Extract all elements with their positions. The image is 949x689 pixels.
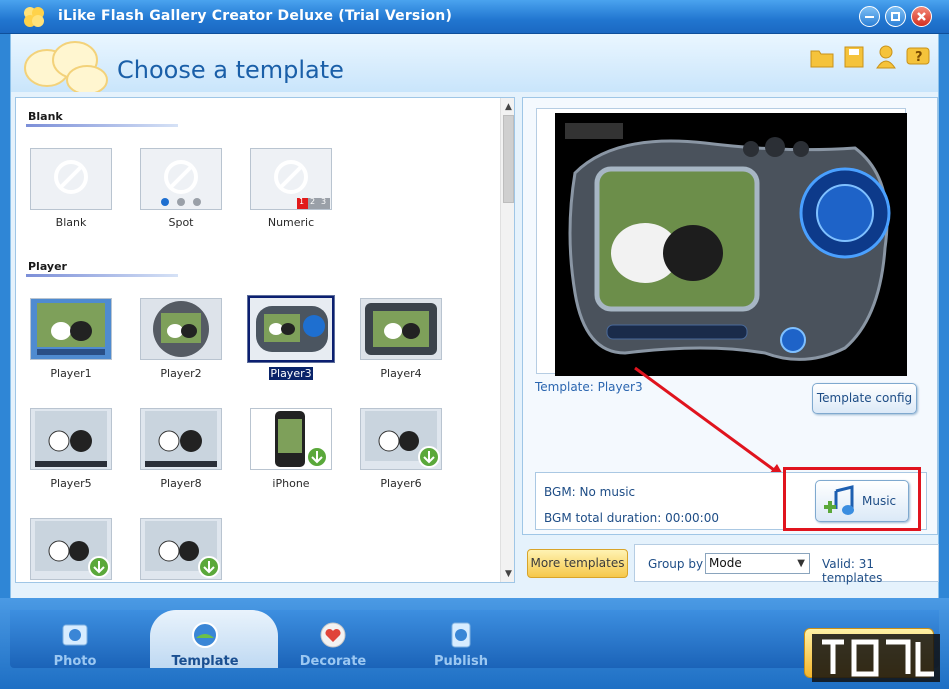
numeric-digit: 2: [310, 197, 316, 206]
help-icon[interactable]: ?: [905, 44, 931, 70]
template-thumb-spot[interactable]: [140, 148, 222, 210]
download-badge-icon: [35, 521, 110, 578]
template-thumb[interactable]: [30, 518, 112, 580]
download-badge-icon: [365, 411, 440, 468]
template-label: Blank: [55, 216, 87, 229]
template-thumb-blank[interactable]: [30, 148, 112, 210]
valid-templates-count: Valid: 31 templates: [822, 557, 883, 585]
folder-icon[interactable]: [809, 44, 835, 70]
group-by-bar: Group by Mode ▼ Valid: 31 templates: [634, 544, 939, 585]
template-thumb-player1[interactable]: [30, 298, 112, 360]
section-title-blank: Blank: [28, 110, 63, 123]
dogs-photo-icon: [145, 411, 217, 467]
player-skin-icon: [365, 303, 437, 355]
chevron-down-icon: ▼: [797, 558, 805, 569]
bgm-duration: BGM total duration: 00:00:00: [544, 511, 719, 525]
minimize-button[interactable]: [859, 6, 880, 27]
tab-label: Publish: [434, 654, 488, 669]
music-button[interactable]: Music: [815, 480, 909, 522]
template-list: Blank Blank Spot 1 2 3 Numeric Player Pl…: [15, 97, 515, 583]
template-label: Player1: [50, 367, 92, 380]
template-thumb-player4[interactable]: [360, 298, 442, 360]
scroll-up-icon[interactable]: ▲: [502, 100, 514, 114]
group-by-label: Group by: [648, 557, 704, 571]
clover-logo-icon: [24, 41, 108, 94]
more-templates-button[interactable]: More templates: [527, 549, 628, 578]
template-thumb-player6[interactable]: [360, 408, 442, 470]
maximize-button[interactable]: [885, 6, 906, 27]
template-label: Player4: [380, 367, 422, 380]
watermark-logo-icon: [812, 634, 940, 682]
svg-text:?: ?: [915, 50, 923, 65]
tab-decorate[interactable]: Decorate: [288, 618, 378, 669]
publish-icon: [451, 622, 471, 648]
tab-publish[interactable]: Publish: [416, 618, 506, 669]
template-icon: [192, 622, 218, 648]
close-button[interactable]: [911, 6, 932, 27]
player-skin-icon: [256, 306, 328, 352]
template-thumb-numeric[interactable]: 1 2 3: [250, 148, 332, 210]
scroll-down-icon[interactable]: ▼: [502, 567, 514, 581]
template-thumb-player3[interactable]: [247, 295, 335, 363]
template-thumb[interactable]: [140, 518, 222, 580]
title-bar: iLike Flash Gallery Creator Deluxe (Tria…: [0, 0, 949, 34]
tab-label: Photo: [53, 654, 97, 669]
scroll-thumb[interactable]: [503, 115, 514, 203]
bgm-status: BGM: No music: [544, 485, 636, 499]
group-by-value: Mode: [709, 556, 742, 570]
bottom-bar: Photo Template Decorate Publish: [0, 598, 949, 689]
template-label: Spot: [168, 216, 194, 229]
add-music-icon: [824, 485, 854, 515]
empty-icon: [274, 160, 330, 209]
empty-icon: [54, 160, 88, 194]
template-thumb-player2[interactable]: [140, 298, 222, 360]
download-badge-icon: [145, 521, 220, 578]
main-area: Blank Blank Spot 1 2 3 Numeric Player Pl…: [10, 92, 939, 598]
template-label: Player2: [160, 367, 202, 380]
decorate-icon: [320, 622, 346, 648]
close-icon: [917, 12, 926, 21]
template-label: Player8: [160, 477, 202, 490]
app-logo-icon: [24, 7, 44, 27]
dogs-photo-icon: [35, 411, 107, 467]
template-label: iPhone: [272, 477, 310, 490]
group-by-select[interactable]: Mode ▼: [705, 553, 810, 574]
numeric-digit: 1: [299, 197, 305, 206]
tab-template[interactable]: Template: [160, 618, 250, 669]
template-list-scrollbar[interactable]: ▲ ▼: [500, 98, 514, 582]
tab-label: Decorate: [299, 654, 367, 669]
step-navigation: Photo Template Decorate Publish: [10, 610, 939, 678]
section-title-player: Player: [28, 260, 67, 273]
tab-photo[interactable]: Photo: [30, 618, 120, 669]
template-label-selected: Player3: [268, 366, 314, 381]
page-header: Choose a template ?: [10, 34, 939, 94]
template-label: Player5: [50, 477, 92, 490]
section-divider: [26, 124, 178, 127]
empty-icon: [161, 160, 201, 206]
player-skin-icon: [153, 301, 209, 357]
template-thumb-player8[interactable]: [140, 408, 222, 470]
music-button-label: Music: [862, 494, 897, 508]
template-label: Numeric: [267, 216, 315, 229]
numeric-digit: 3: [321, 197, 327, 206]
save-icon[interactable]: [841, 44, 867, 70]
template-label: Player6: [380, 477, 422, 490]
user-icon[interactable]: [873, 44, 899, 70]
tab-label: Template: [171, 654, 239, 669]
preview-panel: Template: Player3 Template config BGM: N…: [522, 97, 938, 535]
template-thumb-player5[interactable]: [30, 408, 112, 470]
section-divider: [26, 274, 178, 277]
dogs-photo-icon: [37, 303, 105, 355]
photo-icon: [62, 624, 88, 646]
iphone-icon: [275, 411, 328, 468]
window-title: iLike Flash Gallery Creator Deluxe (Tria…: [58, 8, 453, 24]
template-thumb-iphone[interactable]: [250, 408, 332, 470]
page-title: Choose a template: [117, 56, 344, 84]
